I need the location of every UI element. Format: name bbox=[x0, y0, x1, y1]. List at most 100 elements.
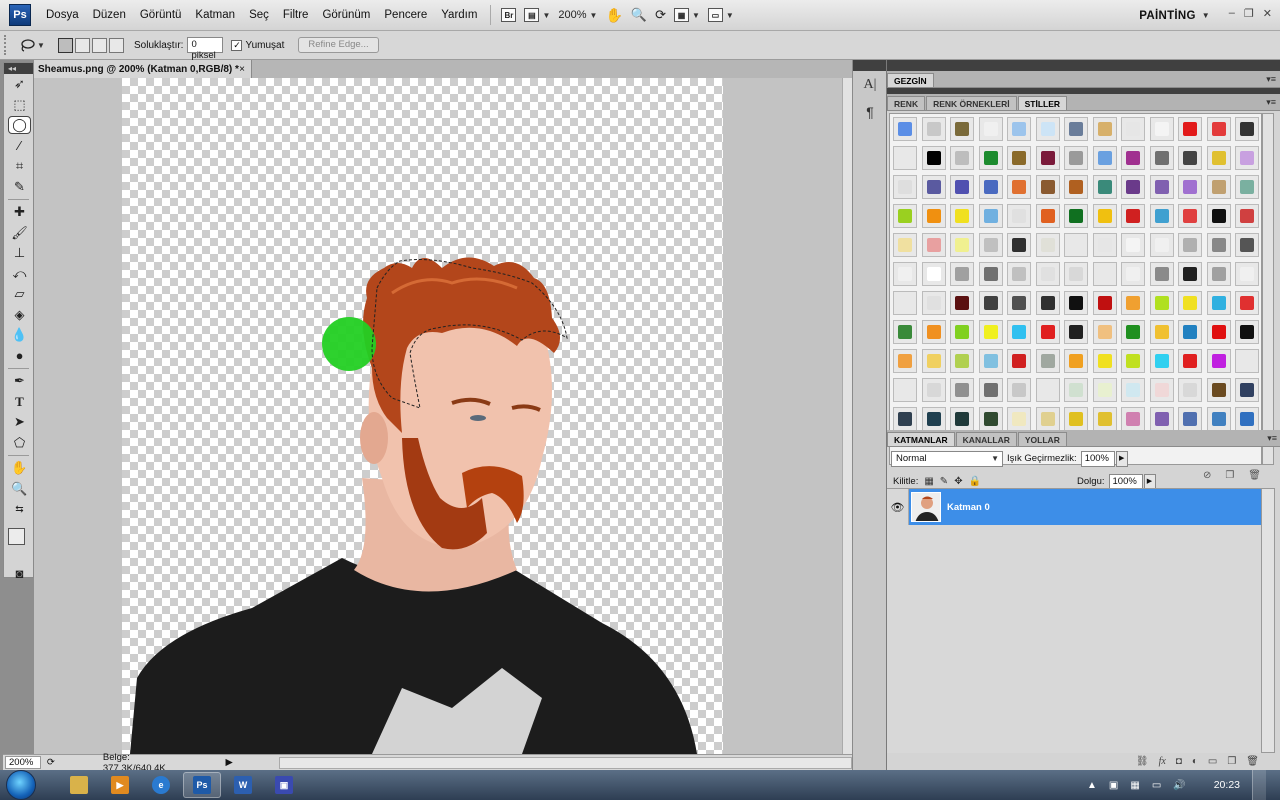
style-swatch[interactable] bbox=[1064, 233, 1088, 257]
style-swatch[interactable] bbox=[1035, 262, 1060, 286]
style-swatch[interactable] bbox=[1035, 349, 1060, 373]
eyedropper-tool[interactable]: ✎ bbox=[4, 177, 35, 198]
style-swatch[interactable] bbox=[893, 233, 917, 257]
taskbar-app[interactable]: ▣ bbox=[265, 772, 303, 798]
style-swatch[interactable] bbox=[921, 407, 946, 431]
history-brush-tool[interactable]: ⤺ bbox=[4, 264, 35, 285]
style-swatch[interactable] bbox=[978, 204, 1003, 228]
show-desktop-button[interactable] bbox=[1252, 770, 1266, 800]
eye-icon[interactable]: 👁 bbox=[887, 489, 909, 525]
menu-filtre[interactable]: Filtre bbox=[276, 0, 316, 31]
rotate-view-button[interactable]: ⟳ bbox=[651, 5, 670, 25]
style-swatch[interactable] bbox=[1206, 378, 1231, 402]
status-preview-icon[interactable]: ⟳ bbox=[47, 757, 55, 768]
style-swatch[interactable] bbox=[893, 407, 917, 431]
style-swatch[interactable] bbox=[1092, 291, 1117, 315]
style-swatch[interactable] bbox=[921, 233, 946, 257]
style-swatch[interactable] bbox=[1149, 146, 1174, 170]
menu-yard-m[interactable]: Yardım bbox=[434, 0, 484, 31]
style-swatch[interactable] bbox=[950, 378, 974, 402]
style-swatch[interactable] bbox=[1206, 204, 1231, 228]
clock[interactable]: 20:23 bbox=[1214, 779, 1240, 791]
menu-g-r-n-m[interactable]: Görünüm bbox=[315, 0, 377, 31]
style-swatch[interactable] bbox=[1149, 233, 1174, 257]
style-swatch[interactable] bbox=[1121, 204, 1145, 228]
style-swatch[interactable] bbox=[1035, 407, 1060, 431]
screen-mode-button[interactable]: ▭ ▼ bbox=[704, 5, 738, 25]
style-swatch[interactable] bbox=[1206, 117, 1231, 141]
style-swatch[interactable] bbox=[1178, 204, 1202, 228]
new-selection-icon[interactable] bbox=[58, 37, 73, 53]
tab-navigator[interactable]: GEZGİN bbox=[887, 73, 934, 87]
style-swatch[interactable] bbox=[978, 291, 1003, 315]
style-swatch[interactable] bbox=[950, 407, 974, 431]
style-swatch[interactable] bbox=[1206, 175, 1231, 199]
style-swatch[interactable] bbox=[1149, 349, 1174, 373]
blur-tool[interactable]: 💧 bbox=[4, 325, 35, 346]
style-swatch[interactable] bbox=[893, 349, 917, 373]
style-swatch[interactable] bbox=[1007, 204, 1031, 228]
layer-row[interactable]: 👁 Katman 0 bbox=[887, 489, 1261, 525]
clone-stamp-tool[interactable]: ⊥ bbox=[4, 243, 35, 264]
style-swatch[interactable] bbox=[1064, 117, 1088, 141]
style-swatch[interactable] bbox=[1206, 320, 1231, 344]
network-icon[interactable]: ▦ bbox=[1130, 780, 1139, 791]
style-swatch[interactable] bbox=[1092, 262, 1117, 286]
style-swatch[interactable] bbox=[1235, 233, 1259, 257]
panel-menu-icon[interactable]: ▾≡ bbox=[1267, 433, 1277, 444]
quick-selection-tool[interactable]: ⁄ bbox=[4, 136, 35, 157]
style-swatch[interactable] bbox=[1149, 320, 1174, 344]
style-swatch[interactable] bbox=[1235, 320, 1259, 344]
paint-bucket-tool[interactable]: ◈ bbox=[4, 305, 35, 326]
lock-all-icon[interactable]: 🔒 bbox=[969, 476, 981, 487]
tab-swatches[interactable]: RENK ÖRNEKLERİ bbox=[926, 96, 1017, 110]
style-swatch[interactable] bbox=[1235, 146, 1259, 170]
link-icon[interactable]: ⛓ bbox=[1136, 756, 1149, 767]
taskbar-media-player[interactable]: ▶ bbox=[101, 772, 139, 798]
style-swatch[interactable] bbox=[1178, 407, 1202, 431]
styles-scrollbar[interactable] bbox=[1262, 113, 1274, 465]
horizontal-scrollbar[interactable] bbox=[278, 756, 852, 769]
brush-tool[interactable]: 🖌 bbox=[4, 223, 35, 244]
menu-g-r-nt-[interactable]: Görüntü bbox=[133, 0, 189, 31]
move-tool[interactable]: ➶ bbox=[4, 74, 35, 95]
quick-mask-button[interactable]: ◙ bbox=[4, 564, 35, 585]
style-swatch[interactable] bbox=[1035, 117, 1060, 141]
style-swatch[interactable] bbox=[1064, 291, 1088, 315]
style-swatch[interactable] bbox=[1235, 349, 1259, 373]
style-swatch[interactable] bbox=[1235, 175, 1259, 199]
style-swatch[interactable] bbox=[1121, 175, 1145, 199]
style-swatch[interactable] bbox=[893, 291, 917, 315]
style-swatch[interactable] bbox=[1007, 320, 1031, 344]
taskbar-photoshop[interactable]: Ps bbox=[183, 772, 221, 798]
panel-menu-icon[interactable]: ▾≡ bbox=[1266, 97, 1276, 108]
style-swatch[interactable] bbox=[1092, 233, 1117, 257]
status-menu-arrow-icon[interactable]: ▶ bbox=[225, 757, 232, 768]
strip-header[interactable] bbox=[853, 60, 886, 71]
style-swatch[interactable] bbox=[950, 291, 974, 315]
monitor-icon[interactable]: ▭ bbox=[1152, 780, 1161, 791]
tab-paths[interactable]: YOLLAR bbox=[1017, 432, 1067, 446]
menu-katman[interactable]: Katman bbox=[188, 0, 242, 31]
taskbar-word[interactable]: W bbox=[224, 772, 262, 798]
layers-scrollbar[interactable] bbox=[1261, 488, 1275, 753]
style-swatch[interactable] bbox=[893, 378, 917, 402]
folder-icon[interactable]: ▭ bbox=[1208, 756, 1217, 767]
style-swatch[interactable] bbox=[1206, 262, 1231, 286]
style-swatch[interactable] bbox=[1035, 146, 1060, 170]
style-swatch[interactable] bbox=[921, 349, 946, 373]
style-swatch[interactable] bbox=[1149, 175, 1174, 199]
style-swatch[interactable] bbox=[1121, 407, 1145, 431]
style-swatch[interactable] bbox=[1235, 262, 1259, 286]
style-swatch[interactable] bbox=[950, 320, 974, 344]
style-swatch[interactable] bbox=[1178, 175, 1202, 199]
style-swatch[interactable] bbox=[1092, 175, 1117, 199]
minimize-icon[interactable]: – bbox=[1229, 7, 1235, 20]
style-swatch[interactable] bbox=[1007, 233, 1031, 257]
style-swatch[interactable] bbox=[1178, 262, 1202, 286]
style-swatch[interactable] bbox=[1121, 291, 1145, 315]
style-swatch[interactable] bbox=[1121, 320, 1145, 344]
style-swatch[interactable] bbox=[1206, 291, 1231, 315]
style-swatch[interactable] bbox=[1121, 378, 1145, 402]
style-swatch[interactable] bbox=[978, 175, 1003, 199]
